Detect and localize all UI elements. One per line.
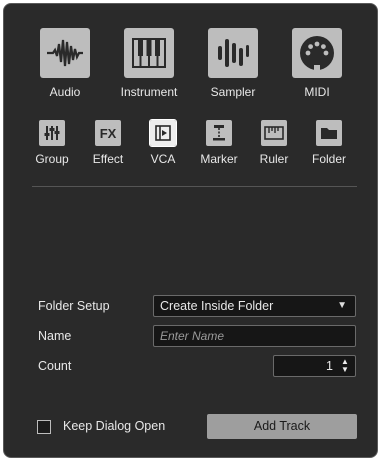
- name-label: Name: [38, 329, 72, 343]
- track-type-vca[interactable]: VCA: [135, 119, 191, 166]
- midi-connector-icon: [292, 28, 342, 78]
- group-faders-icon: [39, 120, 65, 146]
- name-input[interactable]: Enter Name: [153, 325, 356, 347]
- track-type-instrument[interactable]: Instrument: [109, 28, 189, 99]
- track-type-label: Group: [35, 152, 69, 166]
- track-type-label: MIDI: [304, 85, 330, 99]
- track-type-label: Instrument: [120, 85, 178, 99]
- track-type-audio[interactable]: Audio: [25, 28, 105, 99]
- track-type-folder[interactable]: Folder: [301, 120, 357, 166]
- keep-dialog-open-checkbox[interactable]: [37, 420, 51, 434]
- folder-setup-value: Create Inside Folder: [160, 299, 274, 313]
- divider: [32, 186, 357, 187]
- track-type-label: Effect: [92, 152, 124, 166]
- dropdown-arrow-icon: ▼: [337, 300, 347, 311]
- track-type-label: Folder: [311, 152, 346, 166]
- ruler-icon: [261, 120, 287, 146]
- track-type-effect[interactable]: FX Effect: [80, 120, 136, 166]
- sampler-bars-icon: [208, 28, 258, 78]
- piano-keys-icon: [124, 28, 174, 78]
- add-track-dialog: Audio Instrument Sampler MIDI Group FX E…: [3, 3, 378, 458]
- track-type-ruler[interactable]: Ruler: [246, 120, 302, 166]
- folder-setup-dropdown[interactable]: Create Inside Folder ▼: [153, 295, 356, 317]
- add-track-button[interactable]: Add Track: [207, 414, 357, 439]
- track-type-marker[interactable]: Marker: [191, 120, 247, 166]
- fx-glyph: FX: [99, 125, 117, 141]
- folder-icon: [316, 120, 342, 146]
- track-type-label: Audio: [49, 85, 81, 99]
- stepper-arrows-icon[interactable]: ▲ ▼: [340, 358, 350, 374]
- track-type-group[interactable]: Group: [24, 120, 80, 166]
- track-type-label: Sampler: [210, 85, 256, 99]
- vca-icon: [149, 119, 177, 147]
- count-stepper[interactable]: 1 ▲ ▼: [273, 355, 356, 377]
- audio-waveform-icon: [40, 28, 90, 78]
- name-placeholder: Enter Name: [160, 329, 225, 343]
- track-type-sampler[interactable]: Sampler: [193, 28, 273, 99]
- count-value: 1: [326, 359, 333, 373]
- track-type-label: VCA: [150, 152, 176, 166]
- track-type-label: Marker: [200, 152, 238, 166]
- marker-icon: [206, 120, 232, 146]
- track-type-midi[interactable]: MIDI: [277, 28, 357, 99]
- track-type-label: Ruler: [259, 152, 289, 166]
- folder-setup-label: Folder Setup: [38, 299, 110, 313]
- keep-dialog-open-label: Keep Dialog Open: [63, 419, 166, 433]
- count-label: Count: [38, 359, 72, 373]
- fx-icon: FX: [95, 120, 121, 146]
